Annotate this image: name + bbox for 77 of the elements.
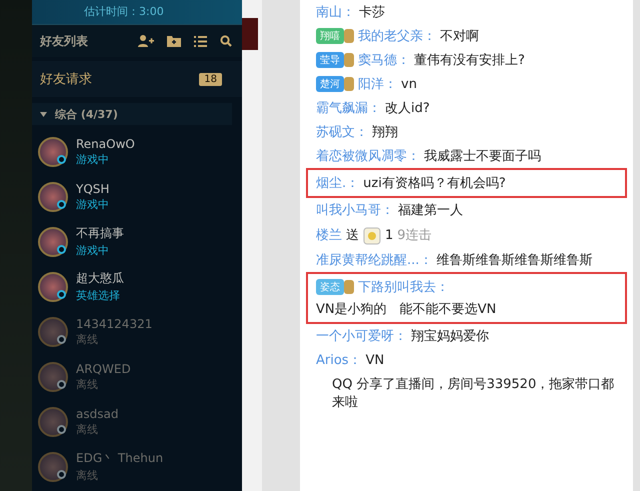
user-name[interactable]: 一个小可爱呀： xyxy=(316,327,407,345)
user-name[interactable]: 我的老父亲： xyxy=(358,27,436,45)
message-text: vn xyxy=(401,76,417,92)
caret-icon xyxy=(40,112,47,116)
user-name[interactable]: 叫我小马哥： xyxy=(316,201,394,219)
friend-name[interactable]: asdsad xyxy=(76,406,118,420)
message-text: 改人id? xyxy=(385,100,430,117)
friend-status: 游戏中 xyxy=(76,196,110,212)
request-count: 18 xyxy=(199,72,222,86)
message-text: VN xyxy=(366,352,384,368)
friend-status: 游戏中 xyxy=(76,243,110,258)
list-icon[interactable] xyxy=(194,36,207,46)
friend-name[interactable]: ARQWED xyxy=(76,362,131,376)
estimated-time: 估计时间：3:00 xyxy=(84,4,164,19)
search-icon[interactable] xyxy=(220,35,232,47)
message-text: 我威露士不要面子吗 xyxy=(424,148,541,165)
fan-badge: 姿态 xyxy=(316,279,344,295)
thumbnail-placeholder xyxy=(242,18,258,50)
add-friend-icon[interactable] xyxy=(138,35,154,47)
message-text: 卡莎 xyxy=(359,4,385,21)
friend-status: 离线 xyxy=(76,422,99,436)
message-text: 董伟有没有安排上? xyxy=(414,52,525,69)
user-name[interactable]: 下路别叫我去： xyxy=(358,278,449,296)
friend-status: 游戏中 xyxy=(76,152,110,166)
folder-add-icon[interactable] xyxy=(167,35,181,47)
gift-verb: 送 xyxy=(346,227,359,244)
message-text: 翔翔 xyxy=(372,124,398,141)
friend-status: 英雄选择 xyxy=(76,288,121,303)
user-name[interactable]: 霸气飙漏： xyxy=(316,99,381,117)
user-name[interactable]: 苏砚文： xyxy=(316,123,368,141)
friend-name[interactable]: EDG丶 Thehun xyxy=(76,450,164,467)
user-name[interactable]: 阳洋： xyxy=(358,75,397,93)
user-name[interactable]: Arios： xyxy=(316,351,362,369)
share-notice: QQ 分享了直播间，房间号339520，拖家带口都来啦 xyxy=(332,376,616,411)
friend-name[interactable]: YQSH xyxy=(76,182,110,196)
friend-name[interactable]: RenaOwO xyxy=(76,136,135,150)
friend-group-header[interactable]: 综合 (4/37) xyxy=(32,103,232,125)
message-text: VN是小狗的 能不能不要选VN xyxy=(316,301,496,318)
avatar-icon xyxy=(38,362,68,392)
user-name[interactable]: 窦马德： xyxy=(358,51,410,69)
fan-badge: 莹导 xyxy=(316,52,344,68)
avatar-icon xyxy=(38,272,68,302)
user-name[interactable]: 烟尘.： xyxy=(316,174,360,192)
friend-status: 离线 xyxy=(76,332,99,346)
avatar-icon xyxy=(38,406,68,436)
friend-name[interactable]: 超大憨瓜 xyxy=(76,270,124,287)
gift-icon xyxy=(363,225,381,245)
avatar-icon xyxy=(38,452,68,482)
medal-icon xyxy=(344,77,354,91)
user-name[interactable]: 准尿黄帮纶跳醒...： xyxy=(316,251,432,269)
avatar-icon xyxy=(38,226,68,256)
gift-count: 1 xyxy=(385,228,394,242)
message-text: uzi有资格吗？有机会吗? xyxy=(363,175,506,192)
friend-name[interactable]: 1434124321 xyxy=(76,316,152,330)
friends-title: 好友列表 xyxy=(40,32,88,50)
avatar-icon xyxy=(38,136,68,166)
friend-status: 离线 xyxy=(76,376,99,392)
combo-count: 9连击 xyxy=(397,227,432,244)
message-text: 翔宝妈妈爱你 xyxy=(411,328,489,345)
user-name[interactable]: 着恋被微风凋零： xyxy=(316,147,420,165)
fan-badge: 楚河 xyxy=(316,76,344,92)
user-name[interactable]: 楼兰 xyxy=(316,226,342,244)
medal-icon xyxy=(344,29,354,43)
message-text: 福建第一人 xyxy=(398,202,463,219)
friend-requests-label: 好友请求 xyxy=(40,71,92,88)
avatar-icon xyxy=(38,182,68,212)
avatar-icon xyxy=(38,316,68,346)
medal-icon xyxy=(344,280,354,294)
message-text: 维鲁斯维鲁斯维鲁斯维鲁斯 xyxy=(436,252,592,269)
fan-badge: 翔嘻 xyxy=(316,28,344,44)
friend-name[interactable]: 不再搞事 xyxy=(76,225,124,242)
group-label: 综合 (4/37) xyxy=(55,106,118,122)
friend-status: 离线 xyxy=(76,468,99,483)
message-text: 不对啊 xyxy=(440,28,479,45)
friend-requests-row[interactable]: 好友请求 18 xyxy=(32,61,242,97)
user-name[interactable]: 南山： xyxy=(316,3,355,21)
medal-icon xyxy=(344,53,354,67)
